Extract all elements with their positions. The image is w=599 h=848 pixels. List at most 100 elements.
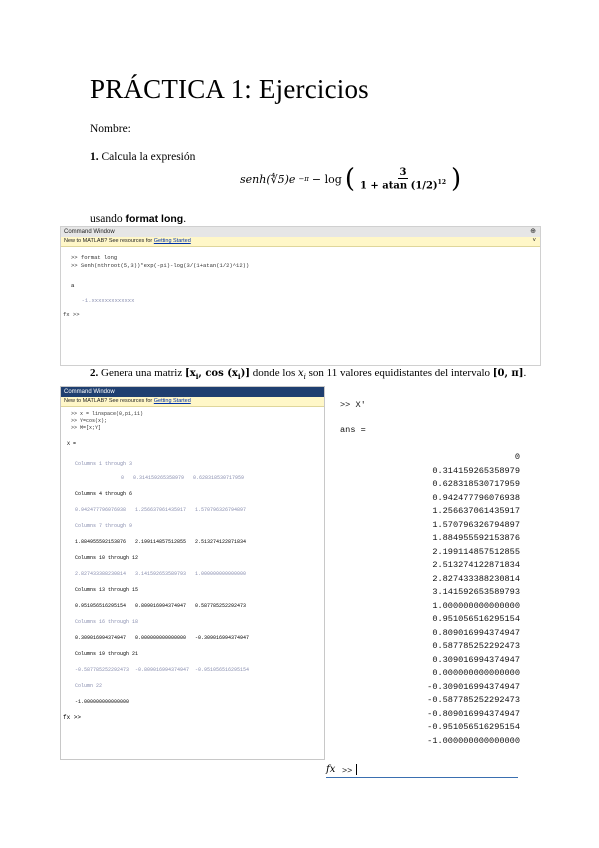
cw2-prompt[interactable]: fx >> bbox=[63, 714, 81, 721]
right-value: 0.309016994374947 bbox=[432, 654, 520, 665]
cw2-block-2-header: Columns 4 through 6 bbox=[75, 491, 133, 497]
exercise-2-number: 2. bbox=[90, 367, 99, 379]
cw2-cmd-1: >> x = linspace(0,pi,11) bbox=[71, 411, 144, 417]
window-action-icon[interactable]: ⊕ bbox=[530, 227, 536, 237]
cw2-block-5-header: Columns 13 through 15 bbox=[75, 587, 139, 593]
exercise-1-instruction: usando format long. bbox=[90, 213, 186, 225]
command-window-2-titlebar: Command Window bbox=[61, 387, 324, 397]
right-value: 1.884955592153876 bbox=[432, 533, 520, 543]
right-value: 1.000000000000000 bbox=[432, 600, 520, 611]
command-window-2[interactable]: Command Window New to MATLAB? See resour… bbox=[60, 386, 325, 760]
chevron-down-icon[interactable]: ˅ bbox=[532, 237, 536, 246]
formula-senh: senh(∜5)e bbox=[240, 172, 296, 186]
right-value: 0.587785252292473 bbox=[432, 641, 520, 651]
command-window-1-titlebar: Command Window ⊕ bbox=[61, 227, 540, 237]
right-value: 1.256637061435917 bbox=[432, 506, 520, 516]
command-window-1[interactable]: Command Window ⊕ New to MATLAB? See reso… bbox=[60, 226, 541, 366]
matrix-close: )] bbox=[240, 368, 251, 379]
cw2-block-7-values: -0.587785252292473 -0.809016994374947 -0… bbox=[75, 667, 250, 673]
cw1-line-1-text: >> format long bbox=[71, 254, 118, 261]
right-value: 0.942477796076938 bbox=[432, 492, 520, 503]
cw2-block-1-values: 0 0.314159265358979 0.628318530717959 bbox=[121, 475, 245, 481]
formula-log: − log bbox=[311, 172, 342, 186]
right-value: 0.809016994374947 bbox=[432, 627, 520, 638]
getting-started-link[interactable]: Getting Started bbox=[154, 238, 191, 244]
usando-text: usando bbox=[90, 213, 123, 225]
fraction-denominator-text: 1 + atan (1/2) bbox=[359, 180, 438, 192]
right-value: 1.570796326794897 bbox=[432, 519, 520, 530]
cw2-block-1-header: Columns 1 through 3 bbox=[75, 461, 133, 467]
formula: senh(∜5)e −π − log ( 3 1 + atan (1/2)12 ) bbox=[240, 166, 461, 192]
cw2-block-3-values: 1.884955592153876 2.199114857512855 2.51… bbox=[75, 539, 247, 545]
right-value: 0.000000000000000 bbox=[432, 668, 520, 678]
right-values-column: 0 0.314159265358979 0.628318530717959 0.… bbox=[330, 452, 520, 752]
right-value: 0.951056516295154 bbox=[432, 614, 520, 624]
right-prompt[interactable]: >> bbox=[342, 766, 352, 776]
fraction-denominator: 1 + atan (1/2)12 bbox=[358, 179, 448, 191]
exercise-1-text: Calcula la expresión bbox=[101, 151, 196, 163]
cw1-prompt[interactable]: fx >> bbox=[63, 311, 80, 318]
exercise-1-statement: 1. Calcula la expresión bbox=[90, 151, 195, 163]
cw2-block-8-values: -1.000000000000000 bbox=[75, 699, 130, 705]
cw2-var: X = bbox=[67, 441, 77, 447]
cw2-block-5-values: 0.951056516295154 0.809016994374947 0.58… bbox=[75, 603, 247, 609]
cw1-line-3: a bbox=[71, 282, 75, 289]
cw1-line-1: >> format long bbox=[71, 254, 117, 261]
interval: [0, π] bbox=[492, 368, 524, 379]
right-ans: ans = bbox=[340, 425, 366, 435]
instruction-end: . bbox=[183, 213, 187, 225]
formula-fraction: 3 1 + atan (1/2)12 bbox=[358, 167, 448, 191]
format-long-code: format long bbox=[125, 213, 184, 225]
cw1-line-2: >> Senh(nthroot(5,3))*exp(-pi)-log(3/(1+… bbox=[71, 262, 250, 269]
exercise-2-statement: 2. Genera una matriz [xi, cos (xi)] dond… bbox=[90, 367, 526, 381]
right-value: 0.314159265358979 bbox=[432, 465, 520, 476]
right-value: 2.199114857512855 bbox=[432, 546, 520, 557]
cw2-block-8-header: Column 22 bbox=[75, 683, 103, 689]
exercise-2-text-b: donde los bbox=[252, 367, 296, 379]
right-value: -0.809016994374947 bbox=[427, 708, 520, 719]
command-window-1-title: Command Window bbox=[64, 229, 115, 235]
fraction-numerator: 3 bbox=[397, 166, 409, 179]
matrix-expression: [xi, cos (xi)] bbox=[184, 368, 251, 381]
name-label: Nombre: bbox=[90, 123, 131, 135]
fx-icon: fx bbox=[326, 764, 336, 775]
page-title: PRÁCTICA 1: Ejercicios bbox=[90, 74, 369, 104]
matrix-mid: , cos (x bbox=[198, 368, 238, 379]
command-window-2-banner: New to MATLAB? See resources for Getting… bbox=[61, 397, 324, 407]
cw2-block-6-values: 0.309016994374947 0.000000000000000 -0.3… bbox=[75, 635, 250, 641]
right-cmd: >> X' bbox=[340, 400, 366, 410]
cw1-line-4: -1.xxxxxxxxxxxxx bbox=[75, 297, 135, 304]
exercise-2-text-a: Genera una matriz bbox=[101, 367, 183, 379]
text-cursor bbox=[356, 764, 357, 775]
command-window-2-title: Command Window bbox=[64, 389, 115, 395]
cw2-cmd-3: >> M=[x;Y] bbox=[71, 425, 102, 431]
right-value: -0.587785252292473 bbox=[427, 695, 520, 705]
exercise-1-number: 1. bbox=[90, 151, 99, 163]
exercise-2-end: . bbox=[523, 367, 527, 379]
formula-paren-close: ) bbox=[451, 164, 462, 194]
cw2-block-4-values: 2.827433388230814 3.141592653589793 1.00… bbox=[75, 571, 247, 577]
cw2-cmd-2: >> Y=cos(x); bbox=[71, 418, 108, 424]
banner-text: New to MATLAB? See resources for bbox=[64, 238, 153, 244]
right-value: 2.827433388230814 bbox=[432, 573, 520, 584]
getting-started-link-2[interactable]: Getting Started bbox=[154, 398, 191, 404]
banner-2-text: New to MATLAB? See resources for bbox=[64, 398, 153, 404]
right-value: 0 bbox=[514, 452, 520, 462]
command-window-1-banner: New to MATLAB? See resources for Getting… bbox=[61, 237, 540, 247]
cw2-block-3-header: Columns 7 through 9 bbox=[75, 523, 133, 529]
prompt-underline bbox=[326, 777, 518, 778]
right-value: 2.513274122871834 bbox=[432, 560, 520, 570]
denominator-exponent: 12 bbox=[437, 178, 446, 186]
cw2-block-2-values: 0.942477796076938 1.256637061435917 1.57… bbox=[75, 507, 247, 513]
right-value: 3.141592653589793 bbox=[432, 587, 520, 597]
cw2-block-7-header: Columns 19 through 21 bbox=[75, 651, 139, 657]
exercise-2-text-c: son 11 valores equidistantes del interva… bbox=[308, 367, 491, 379]
formula-paren-open: ( bbox=[344, 164, 355, 194]
right-value: -1.000000000000000 bbox=[427, 735, 520, 746]
right-value: -0.951056516295154 bbox=[427, 722, 520, 732]
cw2-block-4-header: Columns 10 through 12 bbox=[75, 555, 139, 561]
matrix-open: [x bbox=[184, 368, 196, 379]
formula-exponent: −π bbox=[298, 175, 309, 183]
right-value: 0.628318530717959 bbox=[432, 479, 520, 489]
right-value: -0.309016994374947 bbox=[427, 681, 520, 692]
